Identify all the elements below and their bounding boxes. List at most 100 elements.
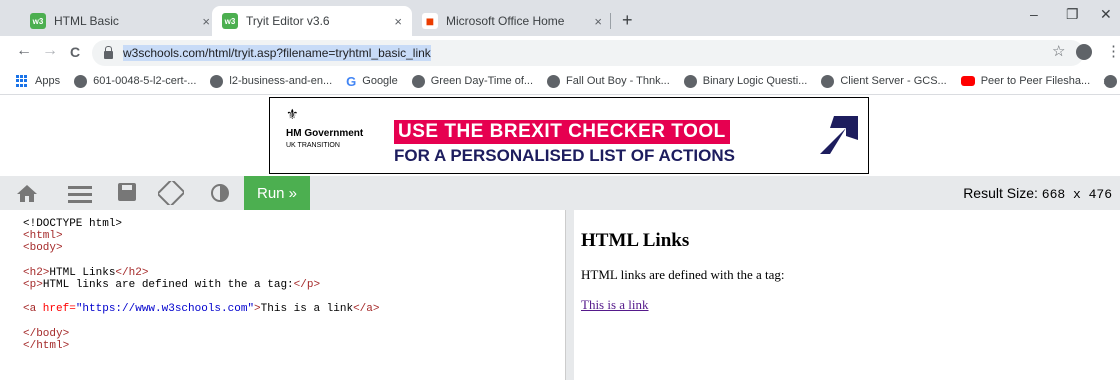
code-tag: </body> [23,327,70,340]
result-size-label: Result Size: [963,185,1038,201]
w3schools-favicon-icon: w3 [30,13,46,29]
ad-org-sub: UK TRANSITION [286,142,340,149]
close-tab-icon[interactable]: × [594,14,602,29]
code-text: This is a link [260,303,354,316]
tab-title: Tryit Editor v3.6 [246,14,330,28]
code-line: <p>HTML links are defined with the a tag… [23,279,565,291]
code-tag: <body> [23,242,63,255]
run-button[interactable]: Run » [244,176,310,210]
forward-button[interactable]: → [42,42,58,60]
code-tag: <p> [23,278,43,291]
code-tag: </p> [293,278,321,291]
menu-icon[interactable] [68,185,92,203]
code-line: <h2>HTML Links</h2> [23,267,565,279]
result-link[interactable]: This is a link [581,297,649,312]
bookmark-google[interactable]: G Google [346,74,398,89]
code-tag: </a> [353,303,380,316]
bookmark-item[interactable]: Fall Out Boy - Thnk... [547,74,670,88]
bookmark-item[interactable]: Client Server - GCS... [821,74,947,88]
youtube-icon [960,76,975,86]
code-line: </body> [23,328,565,340]
bookmark-label: Binary Logic Questi... [702,75,808,87]
tab-divider [610,13,611,29]
bookmark-label: Peer to Peer Filesha... [980,75,1091,87]
new-tab-button[interactable]: + [622,10,633,31]
code-string: "https://www.w3schools.com" [75,303,255,316]
code-doctype: <!DOCTYPE html> [23,218,123,230]
result-paragraph: HTML links are defined with the a tag: [581,267,785,282]
back-button[interactable]: ← [16,42,32,60]
tab-html-basic[interactable]: w3 HTML Basic × [20,6,220,36]
code-tag: <html> [23,230,63,243]
bookmark-item[interactable]: Peer to Peer Filesha... [960,75,1091,87]
bookmark-item[interactable]: Binary Logic Questi... [683,74,808,88]
minimize-button[interactable]: – [1030,6,1038,22]
result-pane: HTML Links HTML links are defined with t… [574,210,1120,380]
globe-icon [547,74,561,88]
bookmark-label: l2-business-and-en... [229,75,333,87]
address-toolbar: ← → C w3schools.com/html/tryit.asp?filen… [0,36,1120,68]
url-text[interactable]: w3schools.com/html/tryit.asp?filename=tr… [123,45,431,61]
code-line: <a href="https://www.w3schools.com">This… [23,303,565,315]
lock-icon [104,46,113,59]
ad-banner[interactable]: ⚜ HM Government UK TRANSITION USE THE BR… [269,97,869,174]
ad-org-name: HM Government [286,128,364,139]
tab-title: Microsoft Office Home [446,14,565,28]
globe-icon [210,74,224,88]
code-line: <!DOCTYPE html> [23,218,565,230]
theme-toggle-icon[interactable] [210,183,230,203]
arrow-up-right-icon [820,116,858,154]
w3schools-favicon-icon: w3 [222,13,238,29]
code-text: HTML Links [49,266,116,279]
reload-button[interactable]: C [70,44,80,60]
code-tag: <h2> [23,266,50,279]
globe-icon [74,74,88,88]
browser-menu-icon[interactable]: ⋮ [1106,42,1120,60]
tab-title: HTML Basic [54,14,119,28]
code-tag: </h2> [115,266,149,279]
code-tag: > [254,303,261,316]
code-text: HTML links are defined with the a tag: [42,278,294,291]
bookmark-item[interactable]: 601-0048-5-l2-cert-... [74,74,197,88]
result-size-value: 668 x 476 [1041,187,1112,202]
globe-icon [411,74,425,88]
bookmark-item[interactable]: l2-business-and-en... [210,74,333,88]
code-tag: <a [23,303,37,316]
close-window-button[interactable]: ✕ [1100,6,1112,23]
bookmark-star-icon[interactable]: ☆ [1052,42,1065,60]
profile-avatar-icon[interactable] [1076,44,1092,60]
code-line: <html> [23,230,565,242]
bookmark-label: 601-0048-5-l2-cert-... [93,75,197,87]
apps-grid-icon [16,74,29,88]
rotate-layout-icon[interactable] [158,181,184,205]
restore-button[interactable]: ❐ [1066,6,1079,23]
tryit-toolbar: Run » Result Size: 668 x 476 [0,176,1120,210]
bookmark-label: Green Day-Time of... [430,75,534,87]
result-heading: HTML Links [581,230,690,251]
tab-office-home[interactable]: ■ Microsoft Office Home × [412,6,612,36]
ad-subline: FOR A PERSONALISED LIST OF ACTIONS [394,146,735,165]
bookmark-apps[interactable]: Apps [16,74,61,88]
close-tab-icon[interactable]: × [394,14,402,29]
bookmarks-overflow-button[interactable]: » [1103,74,1110,88]
bookmark-item[interactable]: Green Day-Time of... [411,74,534,88]
tab-tryit-editor[interactable]: w3 Tryit Editor v3.6 × [212,6,412,36]
code-editor[interactable]: <!DOCTYPE html> <html> <body> <h2>HTML L… [12,210,566,380]
bookmark-label: Fall Out Boy - Thnk... [566,75,670,87]
office-favicon-icon: ■ [422,13,438,29]
code-line: </html> [23,340,565,352]
bookmark-label: Apps [35,75,61,87]
bookmark-label: Google [362,75,398,87]
save-icon[interactable] [118,183,136,201]
royal-crest-icon: ⚜ [286,106,299,122]
panel-resize-handle[interactable] [566,210,574,380]
home-icon[interactable] [16,183,38,203]
address-bar[interactable]: w3schools.com/html/tryit.asp?filename=tr… [92,40,1084,66]
close-tab-icon[interactable]: × [202,14,210,29]
bookmarks-bar: Apps 601-0048-5-l2-cert-... l2-business-… [0,68,1120,95]
google-icon: G [346,73,357,89]
code-tag: </html> [23,339,70,352]
tab-strip: w3 HTML Basic × w3 Tryit Editor v3.6 × ■… [0,0,1120,36]
